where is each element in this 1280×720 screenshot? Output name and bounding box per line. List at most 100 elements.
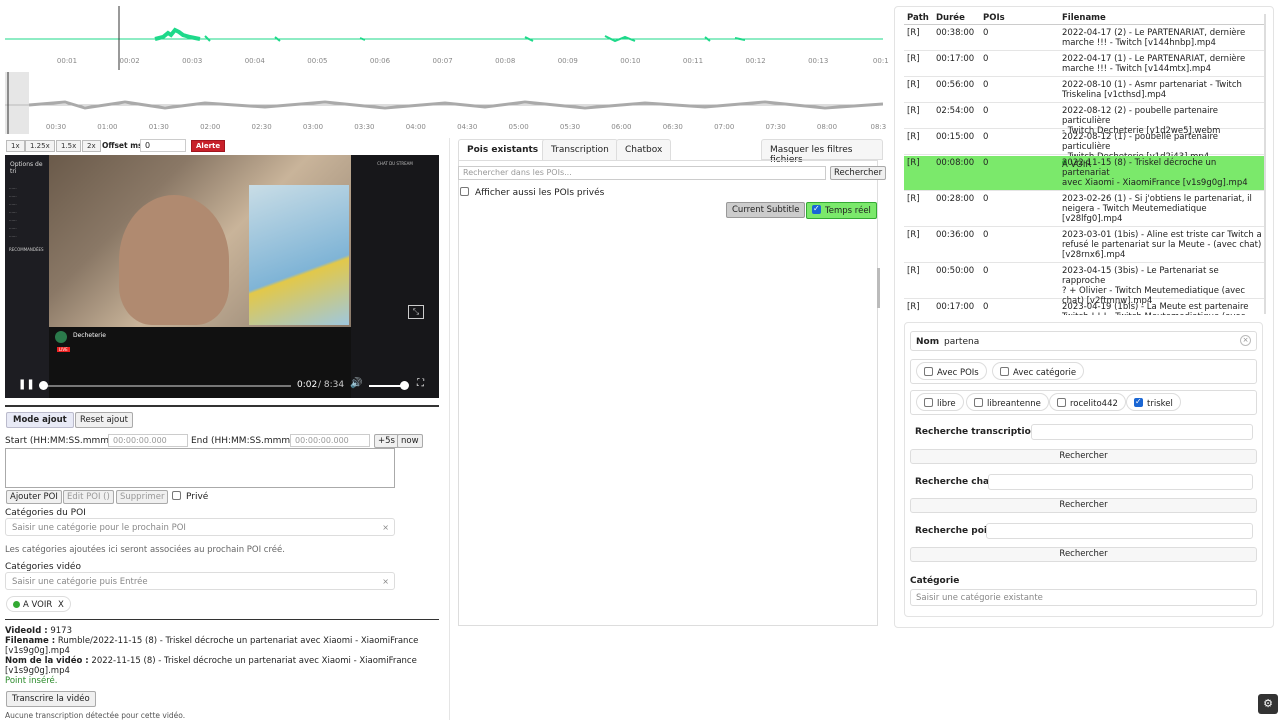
clear-icon[interactable]: × [382, 523, 389, 532]
chat-search-input[interactable] [988, 474, 1253, 490]
clear-name-icon[interactable]: × [1240, 335, 1251, 346]
table-row[interactable]: [R] 00:17:00 0 2022-04-17 (1) - Le PARTENAR… [904, 52, 1264, 77]
poi-categories-label: Catégories du POI [5, 508, 86, 518]
edit-poi-button[interactable]: Edit POI () [63, 490, 114, 504]
tag-remove[interactable]: X [58, 600, 64, 610]
mode-add-button[interactable]: Mode ajout [6, 412, 74, 428]
name-input[interactable]: partena [944, 337, 979, 347]
triskel-checkbox[interactable] [1134, 397, 1143, 407]
alert-button[interactable]: Alerte [191, 140, 226, 152]
fullscreen-icon[interactable]: ⛶ [417, 378, 424, 389]
progress-track[interactable] [41, 385, 291, 387]
source-rocelito-filter[interactable]: rocelito442 [1049, 393, 1126, 411]
source-libreantenne-filter[interactable]: libreantenne [966, 393, 1049, 411]
realtime-toggle[interactable]: Temps réel [806, 202, 877, 219]
avec-pois-checkbox[interactable] [924, 367, 933, 376]
end-input[interactable]: 00:00:00.000 [290, 434, 370, 447]
chat-search-button[interactable]: Rechercher [910, 498, 1257, 513]
reset-add-button[interactable]: Reset ajout [75, 412, 133, 428]
row-filename-line1: 2022-08-12 (1) - poubelle partenaire par… [1062, 132, 1219, 152]
header-pois[interactable]: POIs [983, 13, 1005, 23]
row-filename: 2022-11-15 (8) - Triskel décroche un par… [1062, 158, 1262, 188]
scrollbar[interactable] [877, 268, 880, 308]
realtime-label: Temps réel [825, 206, 871, 216]
waveform-overview[interactable] [5, 72, 883, 134]
speed-2x-button[interactable]: 2x [82, 140, 101, 152]
table-row[interactable]: [R] 00:38:00 0 2022-04-17 (2) - Le PARTENAR… [904, 26, 1264, 51]
video-category-input[interactable]: Saisir une catégorie puis Entrée × [5, 572, 395, 590]
hide-file-filters-button[interactable]: Masquer les filtres fichiers [761, 139, 883, 165]
avec-pois-filter[interactable]: Avec POIs [916, 362, 987, 380]
private-checkbox[interactable] [172, 491, 181, 500]
timeline-tick: 00:1 [872, 57, 889, 65]
libre-checkbox[interactable] [924, 398, 933, 407]
show-private-checkbox[interactable] [460, 187, 469, 196]
table-row[interactable]: [R] 00:36:00 0 2023-03-01 (1bis) - Aline es… [904, 228, 1264, 263]
row-pois: 0 [983, 106, 989, 116]
offset-input[interactable]: 0 [140, 139, 186, 152]
table-row[interactable]: [R] 00:15:00 0 2022-08-12 (1) - poubelle pa… [904, 130, 1264, 162]
volume-handle[interactable] [400, 381, 409, 390]
row-path: [R] [907, 158, 920, 168]
recommended-label: RECOMMANDÉES [9, 247, 44, 252]
clear-icon[interactable]: × [382, 577, 389, 586]
poi-search-input[interactable]: Rechercher dans les POIs... [458, 166, 826, 180]
header-path[interactable]: Path [907, 13, 929, 23]
source-triskel-filter[interactable]: triskel [1126, 393, 1181, 411]
row-filename: 2023-04-19 (1bis) - La Meute est partena… [1062, 302, 1262, 315]
start-input[interactable]: 00:00:00.000 [108, 434, 188, 447]
header-filename[interactable]: Filename [1062, 13, 1106, 23]
app-logo-icon[interactable]: ⚙ [1258, 694, 1278, 714]
table-row[interactable]: [R] 00:08:00 0 2022-11-15 (8) - Triskel déc… [904, 156, 1264, 191]
table-row[interactable]: [R] 00:56:00 0 2022-08-10 (1) - Asmr parten… [904, 78, 1264, 103]
row-filename-line2: neigera - Twitch Meutemediatique [1062, 204, 1207, 214]
table-row[interactable]: [R] 00:50:00 0 2023-04-15 (3bis) - Le Parte… [904, 264, 1264, 306]
category-filter-input[interactable]: Saisir une catégorie existante [910, 589, 1257, 606]
row-duration: 00:36:00 [936, 230, 975, 240]
poi-search-button[interactable]: Rechercher [830, 166, 887, 180]
row-filename: 2023-03-01 (1bis) - Aline est triste car… [1062, 230, 1262, 260]
row-path: [R] [907, 106, 920, 116]
pois-panel [458, 160, 878, 626]
rocelito-checkbox[interactable] [1057, 398, 1066, 407]
row-filename-line1: 2023-02-26 (1) - Si j'obtiens le partena… [1062, 194, 1252, 204]
tab-chatbox[interactable]: Chatbox [616, 139, 672, 160]
overview-tick: 04:30 [457, 123, 478, 131]
tab-transcription[interactable]: Transcription [542, 139, 618, 160]
overview-tick: 05:00 [508, 123, 529, 131]
tab-pois-existants[interactable]: Pois existants [458, 139, 548, 160]
transcriptions-search-button[interactable]: Rechercher [910, 449, 1257, 464]
add-poi-button[interactable]: Ajouter POI [6, 490, 62, 504]
expand-icon[interactable]: ⤡ [408, 305, 424, 319]
poi-category-input[interactable]: Saisir une catégorie pour le prochain PO… [5, 518, 395, 536]
speed-125x-button[interactable]: 1.25x [25, 140, 55, 152]
transcribe-button[interactable]: Transcrire la vidéo [6, 691, 96, 707]
plus5s-button[interactable]: +5s [374, 434, 399, 448]
realtime-checkbox[interactable] [812, 204, 821, 214]
delete-poi-button[interactable]: Supprimer [116, 490, 169, 504]
volume-icon[interactable]: 🔊 [350, 378, 362, 389]
pois-search-button[interactable]: Rechercher [910, 547, 1257, 562]
libreantenne-checkbox[interactable] [974, 398, 983, 407]
table-row[interactable]: [R] 00:17:00 0 2023-04-19 (1bis) - La Meute… [904, 300, 1264, 315]
current-subtitle-button[interactable]: Current Subtitle [726, 202, 806, 218]
video-player[interactable]: Options de tri ······ ······ ······ ······ ·… [5, 155, 439, 398]
pause-icon[interactable]: ❚❚ [18, 379, 35, 390]
now-button[interactable]: now [397, 434, 423, 448]
tag-dot-icon [13, 601, 20, 608]
table-row[interactable]: [R] 00:28:00 0 2023-02-26 (1) - Si j'obtien… [904, 192, 1264, 227]
table-row[interactable]: [R] 02:54:00 0 2022-08-12 (2) - poubelle pa… [904, 104, 1264, 136]
table-scrollbar[interactable] [1264, 14, 1266, 314]
speed-1x-button[interactable]: 1x [6, 140, 25, 152]
pois-search-input[interactable] [986, 523, 1253, 539]
name-filter: Nom partena × [910, 331, 1257, 351]
poi-textarea[interactable] [5, 448, 395, 488]
source-libre-filter[interactable]: libre [916, 393, 964, 411]
row-filename-line1: 2022-08-10 (1) - Asmr partenariat - Twit… [1062, 80, 1242, 90]
progress-handle[interactable] [39, 381, 48, 390]
transcriptions-search-input[interactable] [1031, 424, 1253, 440]
avec-categorie-filter[interactable]: Avec catégorie [992, 362, 1085, 380]
header-duration[interactable]: Durée [936, 13, 965, 23]
speed-15x-button[interactable]: 1.5x [56, 140, 82, 152]
avec-categorie-checkbox[interactable] [1000, 367, 1009, 376]
